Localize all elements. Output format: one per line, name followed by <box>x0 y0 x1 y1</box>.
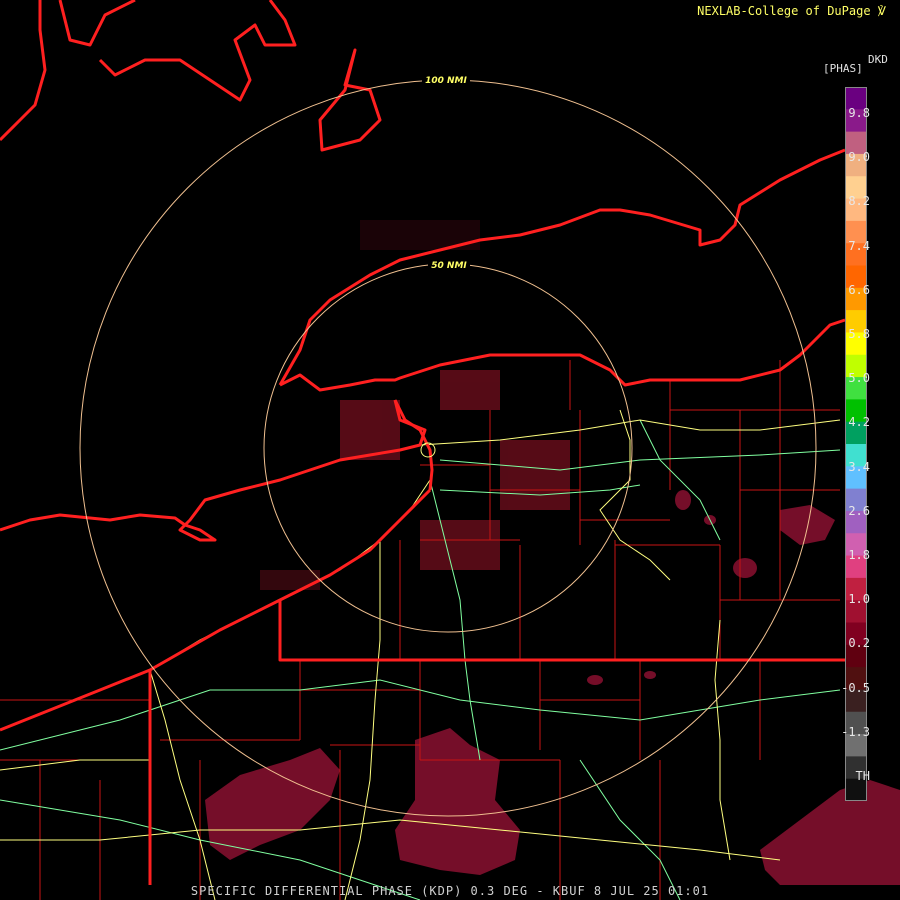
legend-label: -0.5 <box>841 680 870 695</box>
radar-map: 100 NMI 50 NMI <box>0 0 900 900</box>
echo-blob-east-3 <box>587 675 603 685</box>
legend-label: TH <box>855 769 870 783</box>
logo-icon: ℣ <box>877 4 886 18</box>
legend-label: 1.8 <box>848 548 870 562</box>
legend-label: 1.0 <box>848 592 870 607</box>
legend-label: -1.3 <box>841 724 870 739</box>
echo-blob-east-4 <box>644 671 656 679</box>
legend-label: 4.2 <box>848 415 870 430</box>
legend-unit: [PHAS] <box>823 62 863 75</box>
echo-blob-east-2 <box>675 490 691 510</box>
legend-label: 6.6 <box>848 282 870 297</box>
range-ring-label-50: 50 NMI <box>431 261 467 271</box>
legend-label: 9.8 <box>848 106 870 120</box>
legend-label: 0.2 <box>848 636 870 651</box>
legend-label: 5.0 <box>848 371 870 386</box>
credit-label: NEXLAB-College of DuPage <box>697 4 871 18</box>
legend-label: 9.0 <box>848 150 870 165</box>
legend-label: 3.4 <box>848 459 870 474</box>
legend-label: 2.6 <box>848 503 870 518</box>
legend-label: 5.8 <box>848 327 870 341</box>
credit-text: NEXLAB-College of DuPage ℣ <box>697 4 886 18</box>
product-title: SPECIFIC DIFFERENTIAL PHASE (KDP) 0.3 DE… <box>190 884 710 898</box>
range-ring-label-100: 100 NMI <box>425 76 467 86</box>
legend-label: 8.2 <box>848 194 870 209</box>
legend-label: 7.4 <box>848 238 870 253</box>
legend-product: DKD <box>868 53 888 66</box>
echo-blob-east-1 <box>733 558 757 578</box>
